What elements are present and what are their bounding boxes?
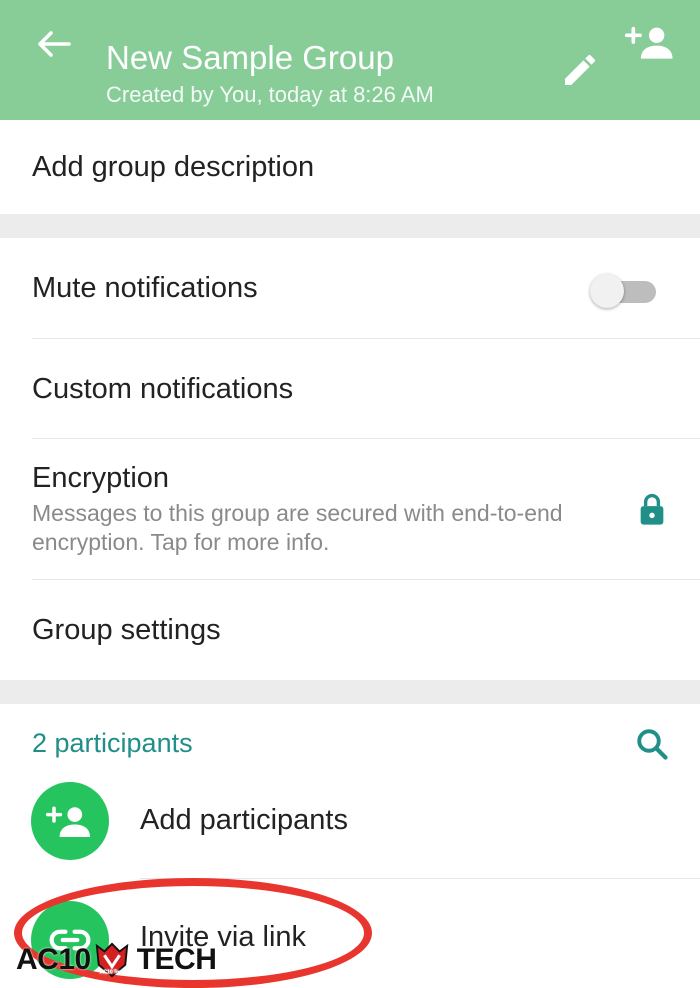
- watermark-logo: AC10 AC10 Tech TECH: [16, 942, 217, 978]
- participants-count: 2 participants: [32, 728, 193, 758]
- group-title[interactable]: New Sample Group: [106, 38, 394, 78]
- toggle-knob: [590, 274, 624, 308]
- app-header: New Sample Group Created by You, today a…: [0, 0, 700, 120]
- search-participants-button[interactable]: [628, 722, 676, 766]
- add-description-row[interactable]: Add group description: [0, 120, 700, 214]
- shield-logo-icon: AC10 Tech: [95, 942, 129, 978]
- pencil-icon: [565, 54, 596, 85]
- watermark-right-text: TECH: [136, 943, 217, 976]
- custom-notifications-label: Custom notifications: [32, 373, 294, 405]
- section-gap: [0, 680, 700, 704]
- watermark-left-text: AC10: [16, 943, 91, 976]
- lock-icon: [640, 493, 664, 525]
- mute-notifications-label: Mute notifications: [32, 272, 258, 304]
- watermark-badge-text: AC10 Tech: [99, 969, 125, 975]
- person-add-icon: [625, 26, 673, 59]
- edit-group-button[interactable]: [556, 50, 604, 90]
- add-description-label: Add group description: [32, 151, 315, 183]
- encryption-description: Messages to this group are secured with …: [32, 500, 563, 555]
- group-settings-label: Group settings: [32, 614, 221, 646]
- add-participant-header-button[interactable]: [622, 22, 678, 62]
- arrow-left-icon: [38, 31, 71, 57]
- encryption-label: Encryption: [32, 462, 170, 494]
- person-add-icon: [46, 806, 90, 837]
- mute-notifications-toggle[interactable]: [590, 274, 656, 308]
- add-participants-row[interactable]: Add participants: [0, 772, 700, 878]
- search-icon: [637, 729, 668, 760]
- group-settings-row[interactable]: Group settings: [0, 580, 700, 680]
- back-button[interactable]: [34, 26, 74, 62]
- group-created-subtitle: Created by You, today at 8:26 AM: [106, 82, 434, 107]
- section-gap: [0, 214, 700, 238]
- add-participants-label: Add participants: [140, 804, 348, 836]
- add-participants-avatar: [31, 782, 109, 860]
- custom-notifications-row[interactable]: Custom notifications: [0, 339, 700, 439]
